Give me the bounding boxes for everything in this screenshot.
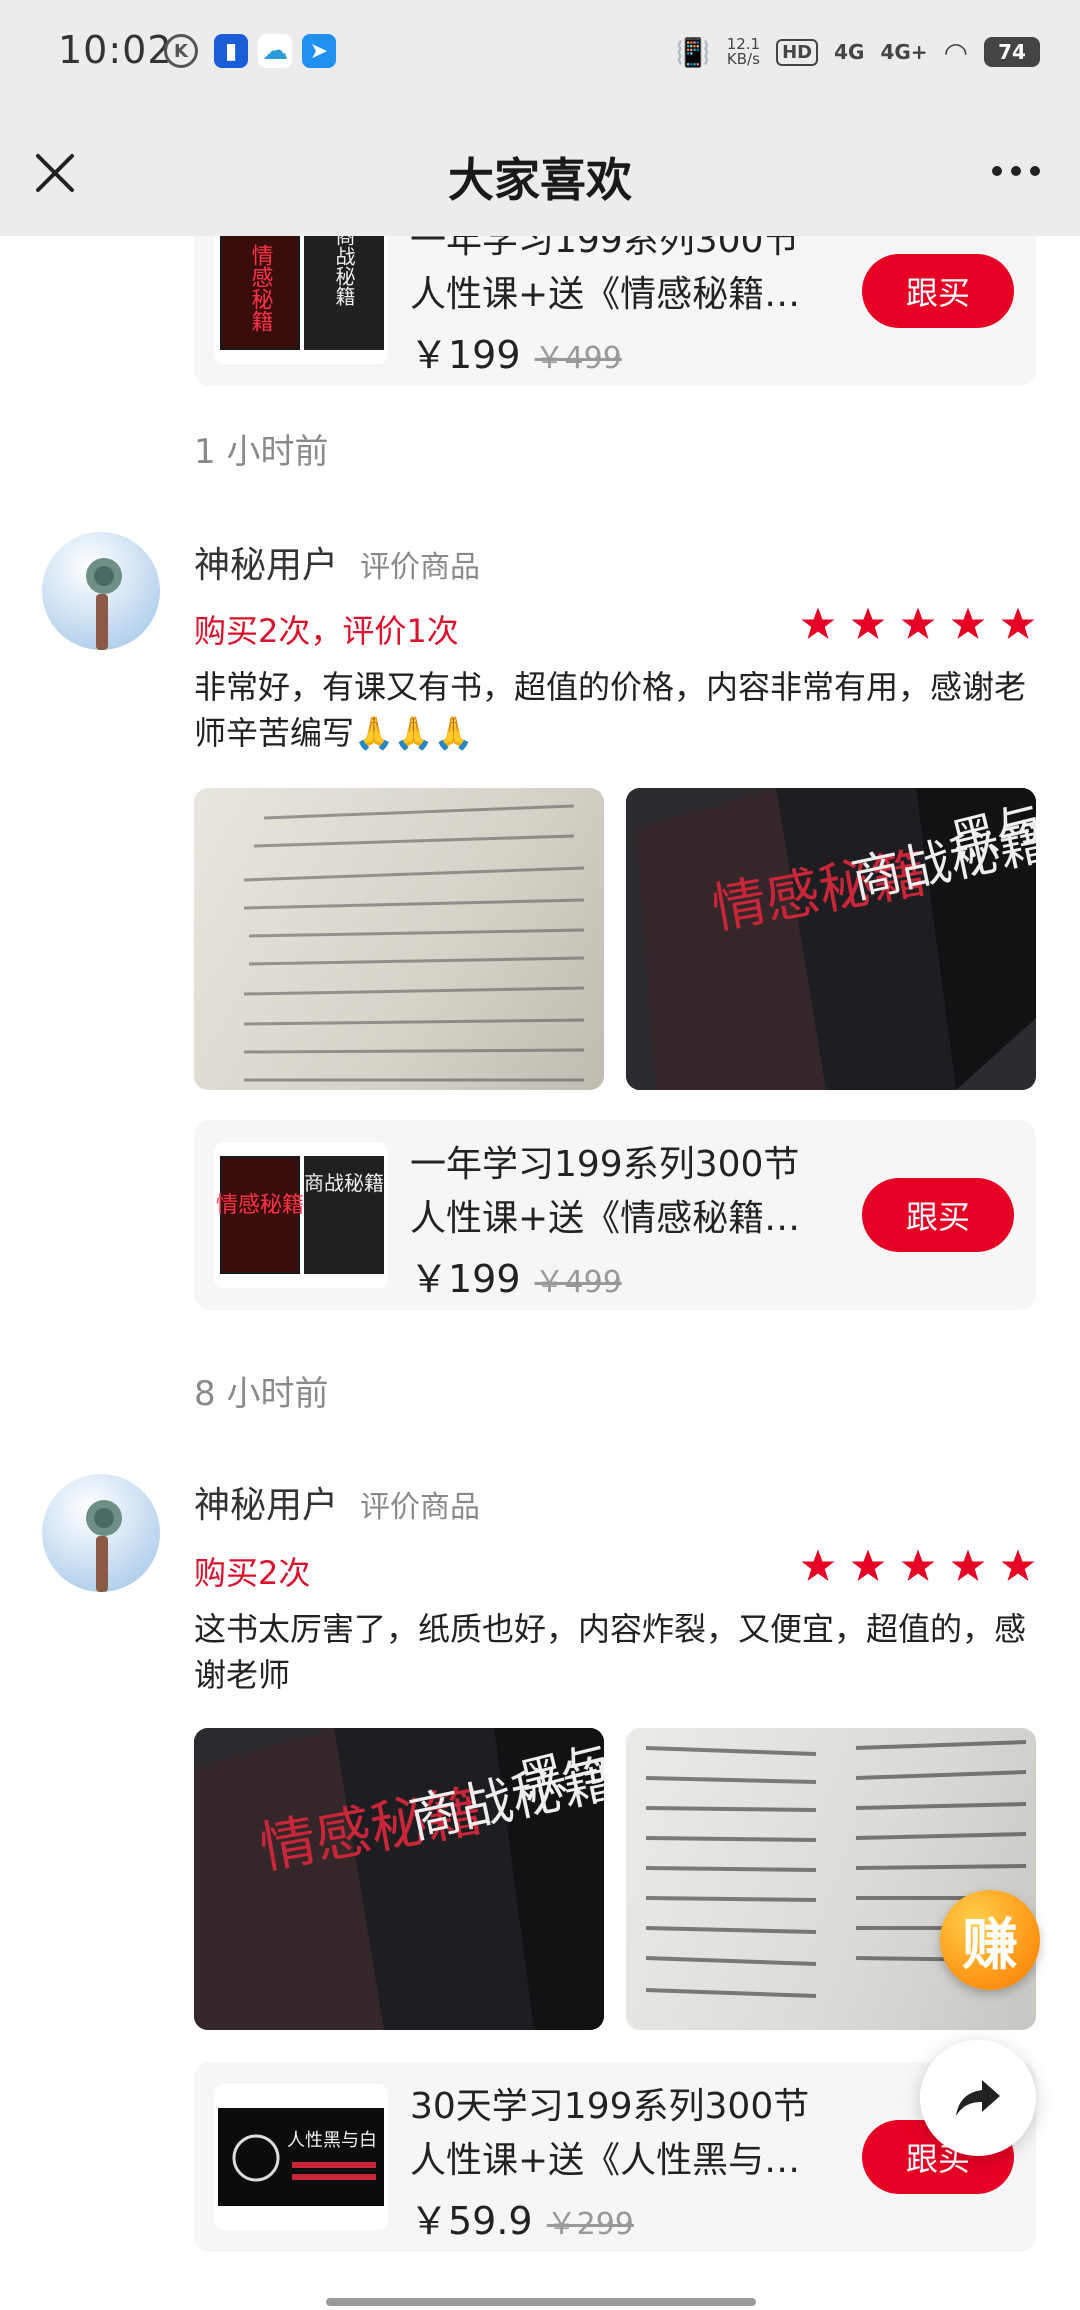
follow-buy-button[interactable]: 跟买 [862,1178,1014,1252]
book3-cover-text: 人性黑与白 [287,2130,377,2151]
book1-cover-text: 情感秘籍 [216,1193,304,1218]
timestamp: 1 小时前 [194,432,329,472]
star-icon [901,1549,935,1581]
review-photo[interactable]: 情感秘籍 商战秘籍 黑与白 [626,788,1036,1090]
product-price: ￥199 ￥499 [410,1248,622,1303]
share-button[interactable] [920,2040,1036,2156]
star-icon [1001,1549,1035,1581]
more-icon[interactable] [992,166,1040,176]
review-tag: 评价商品 [360,1490,481,1525]
earn-badge[interactable]: 赚 [940,1890,1040,1990]
review-text: 非常好，有课又有书，超值的价格，内容非常有用，感谢老师辛苦编写🙏🙏🙏 [194,668,1027,752]
rating-stars [800,606,1036,642]
navigation-bar: 大家喜欢 [0,100,1080,236]
timestamp: 8 小时前 [194,1374,329,1414]
product-title: 30天学习199系列300节人性课+送《人性黑与白》 [410,2086,810,2181]
product-thumbnail: 情感秘籍 商战秘籍 [214,218,388,364]
share-icon [956,2080,1000,2116]
follow-buy-button[interactable]: 跟买 [862,254,1014,328]
star-icon [801,1549,835,1581]
product-title: 一年学习199系列300节人性课+送《情感秘籍》套装 [410,1144,801,1239]
star-icon [951,607,985,639]
star-icon [901,607,935,639]
original-price: ￥499 [534,1265,622,1300]
original-price: ￥499 [534,341,622,376]
feed[interactable]: 情感秘籍 商战秘籍 一年学习199系列300节人性课+送《情感秘籍》套装 ￥19… [0,0,1080,2310]
purchase-info: 购买2次，评价1次 [194,612,459,650]
product-thumbnail: 人性黑与白 [214,2084,388,2230]
book1-cover-text: 情感秘籍 [248,244,274,332]
star-icon [851,1549,885,1581]
price: ￥199 [410,1257,521,1301]
user-name-text: 神秘用户 [194,1485,339,1526]
product-price: ￥59.9 ￥299 [410,2190,634,2245]
avatar[interactable] [42,532,160,650]
purchase-info: 购买2次 [194,1554,311,1592]
original-price: ￥299 [546,2207,634,2242]
review-text: 这书太厉害了，纸质也好，内容炸裂，又便宜，超值的，感谢老师 [194,1610,1027,1694]
product-price: ￥199 ￥499 [410,324,622,379]
product-card[interactable]: 情感秘籍 商战秘籍 一年学习199系列300节人性课+送《情感秘籍》套装 ￥19… [194,1120,1036,1310]
star-icon [951,1549,985,1581]
avatar[interactable] [42,1474,160,1592]
review-tag: 评价商品 [360,550,481,585]
book2-cover-text: 商战秘籍 [304,1171,384,1195]
book2-cover-text: 商战秘籍 [332,226,356,306]
page-title: 大家喜欢 [448,153,632,207]
user-name: 神秘用户 评价商品 [194,1476,480,1528]
product-card[interactable]: 人性黑与白 30天学习199系列300节人性课+送《人性黑与白》 ￥59.9 ￥2… [194,2062,1036,2252]
star-icon [1001,607,1035,639]
product-thumbnail: 情感秘籍 商战秘籍 [214,1142,388,1288]
home-indicator[interactable] [326,2298,756,2306]
rating-stars [800,1548,1036,1584]
user-name: 神秘用户 评价商品 [194,536,480,588]
star-icon [851,607,885,639]
price: ￥199 [410,333,521,377]
star-icon [801,607,835,639]
user-name-text: 神秘用户 [194,545,339,586]
price: ￥59.9 [410,2199,533,2243]
review-photo[interactable] [194,788,604,1090]
review-photo[interactable]: 情感秘籍 商战秘籍 黑与白 [194,1728,604,2030]
